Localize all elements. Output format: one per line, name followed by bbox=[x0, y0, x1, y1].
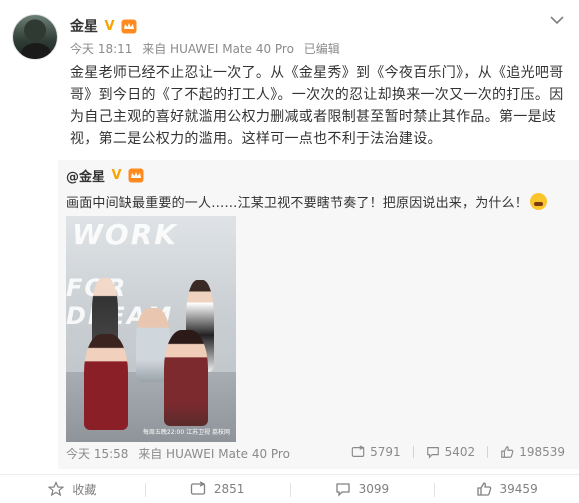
action-bar: 收藏 2851 3099 39459 bbox=[0, 474, 579, 503]
vip-crown-icon bbox=[121, 19, 137, 33]
repost-button[interactable]: 2851 bbox=[144, 481, 290, 497]
repost-icon bbox=[351, 445, 365, 457]
thumbs-up-icon bbox=[476, 482, 491, 496]
collect-button[interactable]: 收藏 bbox=[0, 481, 145, 498]
poster-caption: 每周五晚22:00 江苏卫视 荔枝网 bbox=[142, 429, 230, 436]
verified-v-icon: V bbox=[111, 168, 122, 183]
post-source: 来自 HUAWEI Mate 40 Pro bbox=[142, 42, 294, 56]
verified-v-icon: V bbox=[104, 18, 115, 34]
repost-like-value: 198539 bbox=[519, 445, 565, 459]
author-name[interactable]: 金星 bbox=[70, 16, 98, 36]
comment-button[interactable]: 3099 bbox=[289, 481, 435, 497]
star-icon bbox=[48, 481, 65, 497]
repost-like-count[interactable]: 198539 bbox=[500, 445, 565, 459]
stats-divider bbox=[412, 446, 414, 458]
collect-label: 收藏 bbox=[72, 482, 97, 497]
repost-text: 画面中间缺最重要的一人……江某卫视不要瞎节奏了！把原因说出来，为什么！ bbox=[66, 196, 529, 211]
like-count: 39459 bbox=[499, 482, 538, 496]
post-text: 金星老师已经不止忍让一次了。从《金星秀》到《今夜百乐门》，从《追光吧哥哥》到今日… bbox=[70, 65, 564, 147]
poster-person-left-front bbox=[84, 334, 128, 430]
thumbs-up-icon bbox=[501, 446, 514, 458]
repost-time[interactable]: 今天 15:58 bbox=[66, 447, 128, 461]
repost-author-name[interactable]: @金星 bbox=[66, 166, 105, 185]
author-row: 金星 V bbox=[70, 16, 137, 36]
weibo-post: 金星 V 今天 18:11 来自 HUAWEI Mate 40 Pro 已编辑 … bbox=[0, 0, 579, 503]
comment-icon bbox=[426, 447, 439, 459]
repost-count: 2851 bbox=[213, 482, 245, 496]
chevron-down-icon[interactable] bbox=[549, 12, 565, 28]
stats-divider bbox=[487, 446, 489, 458]
post-time[interactable]: 今天 18:11 bbox=[70, 42, 132, 56]
angry-face-emoji-icon bbox=[530, 193, 548, 210]
vip-crown-icon bbox=[128, 168, 144, 183]
comment-icon bbox=[335, 483, 350, 497]
reposted-card: @金星 V 画面中间缺最重要的一人……江某卫视不要瞎节奏了！把原因说出来，为什么… bbox=[58, 160, 579, 469]
repost-icon bbox=[190, 481, 206, 495]
like-button[interactable]: 39459 bbox=[434, 481, 579, 497]
repost-image-poster[interactable]: WORK FOR DREAM 每周五晚22:00 江苏卫视 荔枝网 bbox=[66, 216, 236, 442]
repost-comment-value: 5402 bbox=[444, 445, 476, 459]
repost-comment-count[interactable]: 5402 bbox=[426, 445, 476, 459]
repost-repost-value: 5791 bbox=[370, 445, 401, 459]
repost-meta: 今天 15:58 来自 HUAWEI Mate 40 Pro bbox=[66, 445, 290, 462]
repost-source: 来自 HUAWEI Mate 40 Pro bbox=[138, 447, 290, 461]
repost-author-row: @金星 V bbox=[66, 166, 144, 185]
comment-count: 3099 bbox=[358, 482, 390, 496]
repost-repost-count[interactable]: 5791 bbox=[351, 445, 401, 459]
repost-text-line: 画面中间缺最重要的一人……江某卫视不要瞎节奏了！把原因说出来，为什么！ bbox=[66, 192, 548, 211]
post-edited-label[interactable]: 已编辑 bbox=[304, 42, 340, 56]
poster-person-right-front bbox=[164, 330, 208, 426]
repost-stats: 5791 5402 198539 bbox=[351, 445, 565, 459]
author-avatar[interactable] bbox=[12, 14, 58, 60]
post-meta: 今天 18:11 来自 HUAWEI Mate 40 Pro 已编辑 bbox=[70, 40, 340, 57]
poster-title-line1: WORK bbox=[72, 218, 178, 251]
